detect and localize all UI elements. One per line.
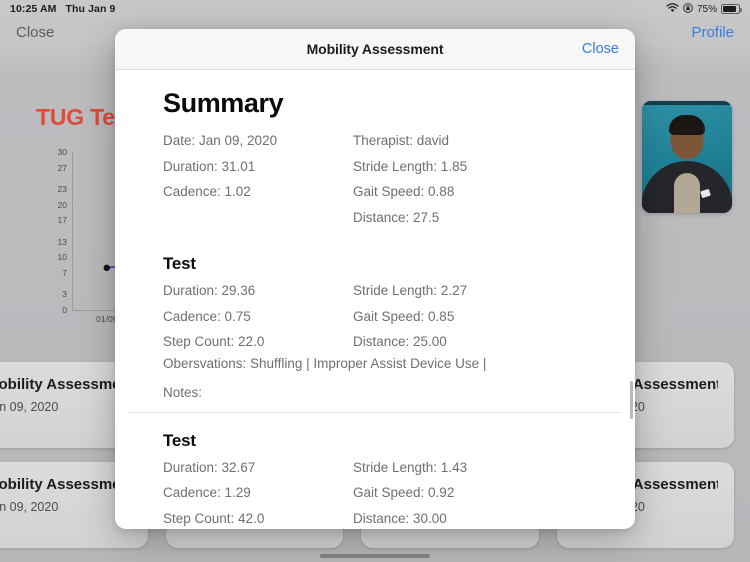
tests-container: Test Duration: 29.36 Cadence: 0.75 Step Cou… xyxy=(129,236,621,529)
summary-right-column: Therapist: david Stride Length: 1.85 Gait … xyxy=(353,128,621,230)
test-left-column: Duration: 32.67 Cadence: 1.29 Step Count: … xyxy=(163,455,353,530)
test-field: Step Count: 42.0 xyxy=(163,510,265,526)
status-bar: 10:25 AM Thu Jan 9 75% xyxy=(0,0,750,18)
test-field: Stride Length: 1.43 xyxy=(353,459,468,475)
summary-field: Date: Jan 09, 2020 xyxy=(163,133,278,148)
test-notes: Notes: xyxy=(163,385,203,400)
status-date: Thu Jan 9 xyxy=(65,3,116,15)
test-field: Duration: 32.67 xyxy=(163,459,256,475)
test-field: Stride Length: 2.27 xyxy=(353,283,468,298)
summary-section: Summary Date: Jan 09, 2020 Duration: 31.0… xyxy=(129,70,621,236)
photo-hair xyxy=(669,115,705,135)
modal-header: Mobility Assessment Close xyxy=(115,29,635,70)
test-field: Gait Speed: 0.92 xyxy=(353,485,455,500)
summary-field: Duration: 31.01 xyxy=(163,158,256,174)
test-field: Cadence: 1.29 xyxy=(163,485,251,500)
patient-profile-photo[interactable] xyxy=(642,101,732,213)
modal-title: Mobility Assessment xyxy=(306,41,444,57)
test-field: Cadence: 0.75 xyxy=(163,308,251,324)
modal-body[interactable]: Summary Date: Jan 09, 2020 Duration: 31.0… xyxy=(115,70,635,529)
test-right-column: Stride Length: 1.43 Gait Speed: 0.92 Dista… xyxy=(353,455,621,530)
status-time: 10:25 AM xyxy=(10,3,57,15)
summary-field: Therapist: david xyxy=(353,133,450,148)
test-observations: Obersvations: Shuffling | Improper Assis… xyxy=(163,355,487,371)
test-right-column: Stride Length: 2.27 Gait Speed: 0.85 Dista… xyxy=(353,278,621,355)
assessment-card-date: Jan 09, 2020 xyxy=(0,400,59,414)
rotation-lock-icon xyxy=(683,2,693,16)
test-section: Test Duration: 32.67 Cadence: 1.29 Step Cou… xyxy=(129,411,621,530)
test-field: Distance: 25.00 xyxy=(353,334,447,349)
background-profile-button[interactable]: Profile xyxy=(691,24,734,41)
home-indicator[interactable] xyxy=(320,554,430,558)
battery-percent-label: 75% xyxy=(696,3,717,15)
summary-field: Distance: 27.5 xyxy=(353,209,440,225)
test-field: Duration: 29.36 xyxy=(163,283,256,298)
test-left-column: Duration: 29.36 Cadence: 0.75 Step Count: … xyxy=(163,278,353,355)
photo-shirt xyxy=(674,173,700,213)
test-field: Step Count: 22.0 xyxy=(163,334,265,349)
chart-data-point xyxy=(103,264,111,272)
modal-scrollbar[interactable] xyxy=(630,381,633,419)
test-heading: Test xyxy=(163,430,196,450)
summary-field: Stride Length: 1.85 xyxy=(353,158,468,174)
summary-field: Cadence: 1.02 xyxy=(163,184,251,199)
background-close-button[interactable]: Close xyxy=(16,24,54,41)
summary-heading: Summary xyxy=(163,88,284,118)
test-section: Test Duration: 29.36 Cadence: 0.75 Step Cou… xyxy=(129,236,621,412)
mobility-assessment-modal: Mobility Assessment Close Summary Date: … xyxy=(115,29,635,529)
test-field: Distance: 30.00 xyxy=(353,510,447,526)
assessment-card-title: Mobility Assessment xyxy=(0,476,132,493)
test-heading: Test xyxy=(163,254,196,273)
assessment-card-title: Mobility Assessment xyxy=(0,376,132,393)
summary-left-column: Date: Jan 09, 2020 Duration: 31.01 Cadence… xyxy=(163,128,353,230)
battery-icon xyxy=(721,4,742,14)
test-field: Gait Speed: 0.85 xyxy=(353,308,455,324)
assessment-card-date: Jan 09, 2020 xyxy=(0,500,59,514)
modal-close-button[interactable]: Close xyxy=(582,41,619,57)
photo-top-bar xyxy=(642,101,732,105)
wifi-icon xyxy=(666,3,679,16)
summary-field: Gait Speed: 0.88 xyxy=(353,184,455,199)
